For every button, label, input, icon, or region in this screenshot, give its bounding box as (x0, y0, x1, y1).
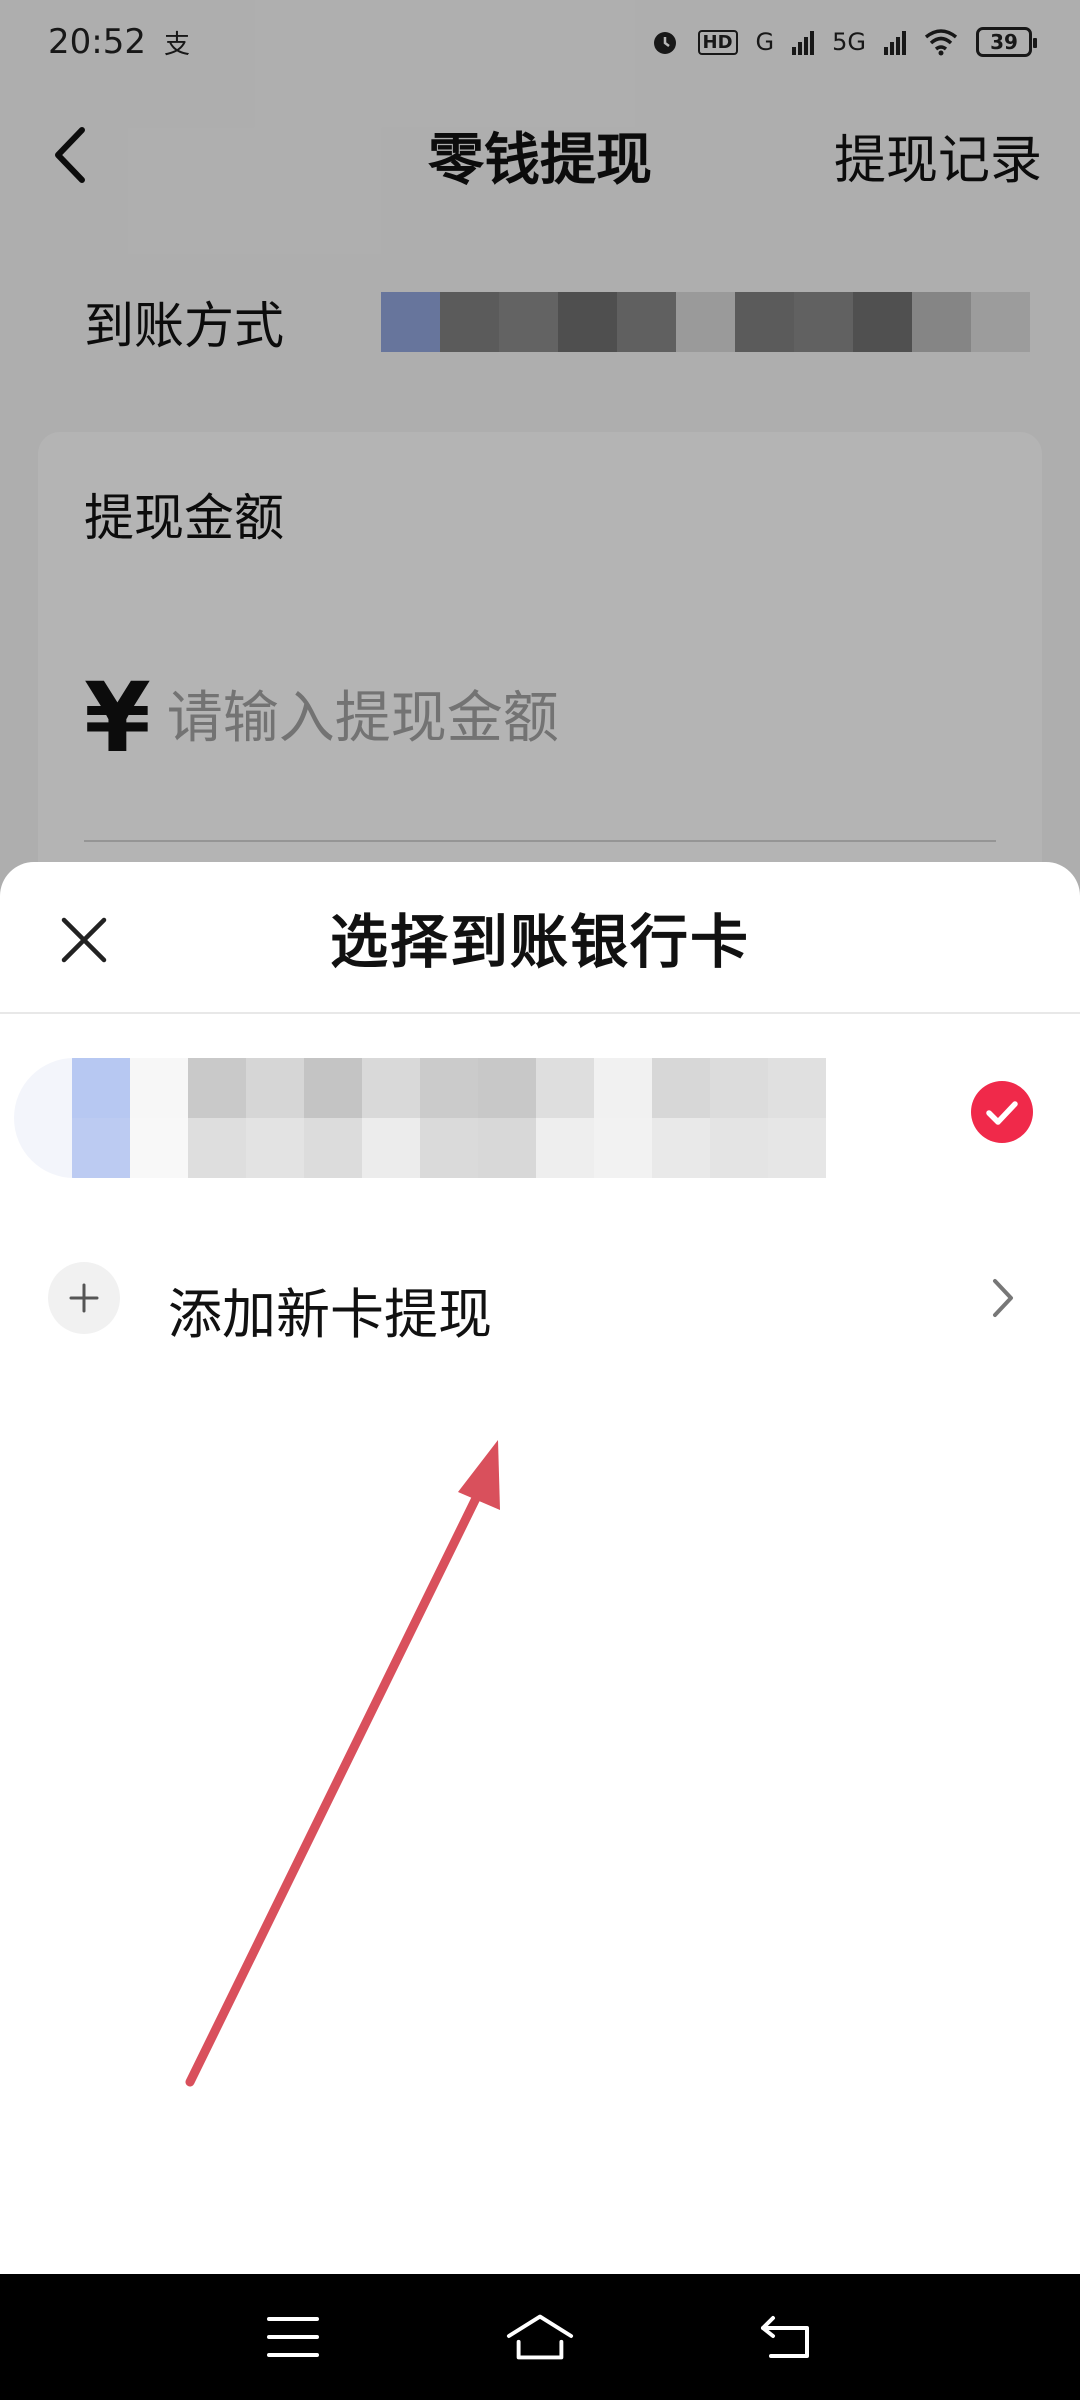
sheet-header: 选择到账银行卡 (0, 862, 1080, 1014)
chevron-right-icon (993, 1279, 1013, 1317)
add-new-card-row[interactable]: 添加新卡提现 (0, 1224, 1080, 1374)
bank-card-option[interactable] (0, 1058, 1080, 1182)
sheet-title: 选择到账银行卡 (329, 908, 750, 976)
check-circle-icon (971, 1081, 1033, 1143)
menu-icon[interactable] (258, 2307, 328, 2367)
bank-card-sheet: 选择到账银行卡 添加新卡提现 (0, 862, 1080, 2274)
screen: 20:52 支 HD G 5G 39 零钱提现 提现记录 到账方式 提现金额 ¥… (0, 0, 1080, 2400)
masked-card-info (14, 1058, 826, 1178)
system-nav-bar (0, 2274, 1080, 2400)
back-icon[interactable] (752, 2307, 822, 2367)
add-new-card-label: 添加新卡提现 (168, 1283, 492, 1346)
plus-icon (48, 1262, 120, 1334)
close-icon[interactable] (56, 912, 112, 968)
home-icon[interactable] (505, 2307, 575, 2367)
